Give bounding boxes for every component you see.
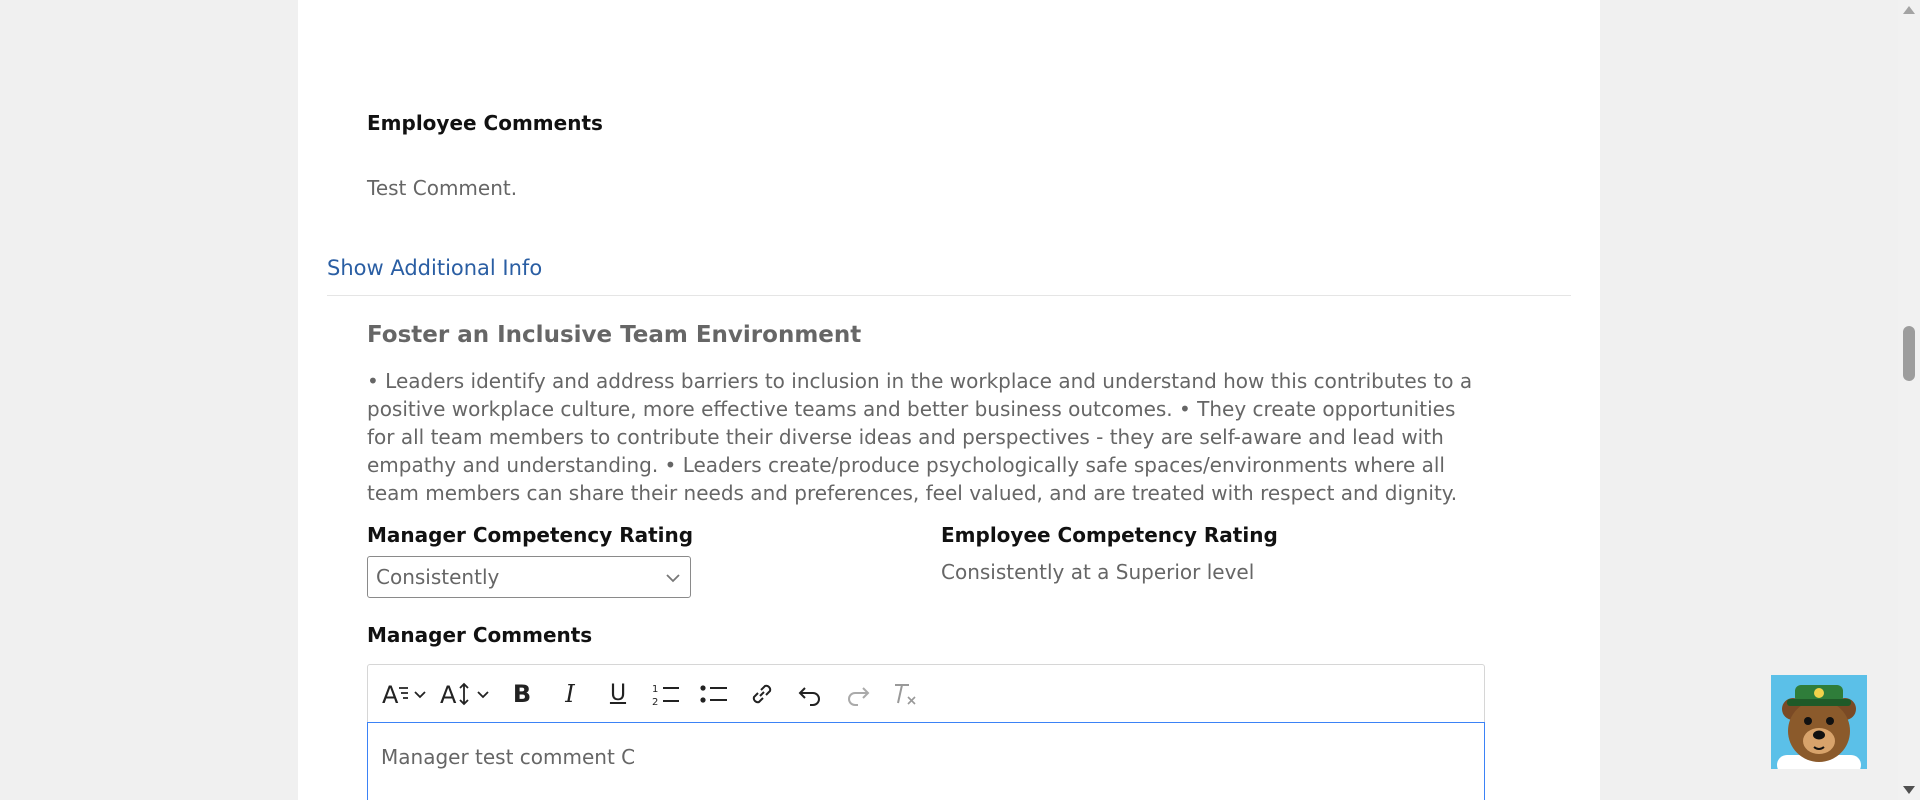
chevron-down-icon — [664, 568, 682, 586]
manager-comments-label: Manager Comments — [367, 623, 593, 647]
scroll-down-arrow-icon[interactable] — [1903, 786, 1915, 794]
rich-text-editor: A A B I U 1 2 Manager test comment C — [367, 664, 1485, 800]
employee-rating-value: Consistently at a Superior level — [941, 560, 1255, 584]
competency-description: • Leaders identify and address barriers … — [367, 369, 1473, 505]
underline-icon: U — [609, 681, 627, 706]
font-size-icon: A — [440, 681, 489, 708]
employee-comments-heading: Employee Comments — [367, 111, 603, 135]
employee-rating-label: Employee Competency Rating — [941, 523, 1278, 547]
svg-text:A: A — [382, 681, 399, 708]
manager-rating-selected-value: Consistently — [376, 565, 500, 589]
employee-comments-text: Test Comment. — [367, 176, 518, 200]
bullet-list-button[interactable] — [692, 674, 736, 714]
bold-button[interactable]: B — [500, 674, 544, 714]
scrollbar-thumb[interactable] — [1903, 326, 1915, 381]
svg-text:1: 1 — [652, 684, 658, 695]
bullet-list-icon — [700, 684, 727, 703]
vertical-scrollbar[interactable] — [1898, 0, 1920, 800]
clear-format-icon — [895, 683, 916, 705]
main-content-panel: Employee Comments Test Comment. Show Add… — [298, 0, 1600, 800]
competency-title: Foster an Inclusive Team Environment — [367, 322, 862, 348]
italic-button[interactable]: I — [548, 674, 592, 714]
editor-toolbar: A A B I U 1 2 — [368, 665, 1484, 723]
scroll-up-arrow-icon[interactable] — [1903, 6, 1915, 14]
svg-text:A: A — [440, 681, 457, 708]
link-icon — [752, 684, 772, 703]
font-family-icon: A — [382, 681, 426, 708]
undo-button[interactable] — [788, 674, 832, 714]
font-family-button[interactable]: A — [380, 674, 436, 714]
redo-button[interactable] — [836, 674, 880, 714]
manager-rating-select[interactable]: Consistently — [367, 556, 691, 598]
link-button[interactable] — [740, 674, 784, 714]
show-additional-info-link[interactable]: Show Additional Info — [327, 256, 542, 280]
svg-text:2: 2 — [652, 697, 658, 708]
ordered-list-icon: 1 2 — [652, 684, 679, 708]
font-size-button[interactable]: A — [440, 674, 496, 714]
italic-icon: I — [565, 679, 575, 708]
divider — [327, 295, 1571, 296]
manager-rating-label: Manager Competency Rating — [367, 523, 694, 547]
redo-icon — [848, 686, 870, 706]
manager-comments-editor[interactable]: Manager test comment C — [367, 722, 1485, 800]
undo-icon — [798, 686, 820, 706]
bold-icon: B — [512, 679, 532, 708]
clear-format-button[interactable] — [884, 674, 928, 714]
ordered-list-button[interactable]: 1 2 — [644, 674, 688, 714]
underline-button[interactable]: U — [596, 674, 640, 714]
bear-mascot-icon[interactable] — [1771, 675, 1867, 769]
